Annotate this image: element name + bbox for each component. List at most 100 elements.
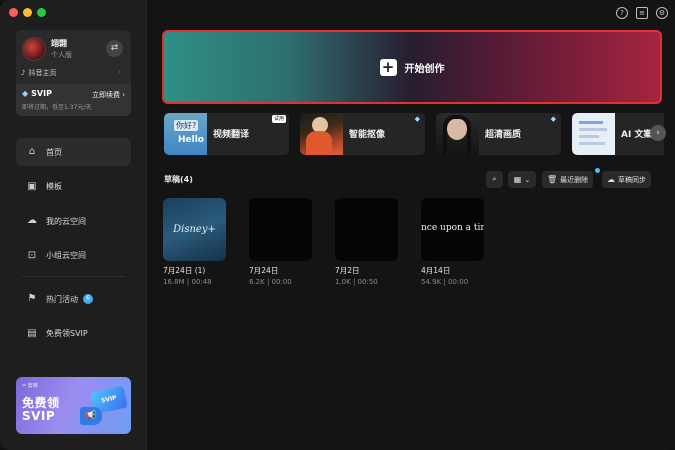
view-toggle-button[interactable]: ▦ ⌄ [508, 171, 536, 188]
diamond-icon: ◆ [550, 115, 556, 123]
doc-line [579, 135, 599, 138]
hair-shape [443, 115, 471, 155]
sidebar-item-label: 我的云空间 [46, 216, 86, 226]
sidebar-item-label: 热门活动 [46, 294, 78, 304]
events-badge: 6 [83, 294, 93, 304]
doc-line [579, 121, 603, 124]
sidebar-item-home[interactable]: ⌂ 首页 [16, 138, 131, 166]
sidebar-item-team-cloud[interactable]: ⊡ 小组云空间 [16, 242, 131, 270]
template-icon: ▣ [27, 180, 37, 192]
draft-thumbnail [249, 198, 312, 261]
grid-view-icon: ▦ [513, 175, 522, 184]
draft-meta: 54.9K | 00:00 [421, 278, 469, 286]
draft-size: 6.2K [249, 278, 265, 286]
sidebar-item-label: 首页 [46, 147, 62, 157]
username: 翊翾 [51, 39, 67, 48]
avatar[interactable] [22, 37, 46, 61]
thumb-text-top: 你好? [174, 120, 199, 131]
start-creating-button[interactable]: + 开始创作 [162, 30, 662, 104]
sidebar-nav: ⌂ 首页 ▣ 模板 ☁ 我的云空间 ⊡ 小组云空间 ⚑ 热门活动 6 ▤ 免费领… [16, 138, 131, 354]
draft-duration: 00:00 [448, 278, 469, 286]
feedback-icon[interactable]: ≡ [636, 7, 648, 19]
tool-cards-row: 你好? Hello 视频翻译 试用 智能抠像 ◆ 超清画质 ◆ AI 文案 [164, 113, 664, 155]
douyin-home-link[interactable]: ♪ 抖音主页 [21, 68, 56, 78]
draft-card[interactable]: nce upon a tin 4月14日 54.9K | 00:00 [421, 198, 484, 286]
drafts-title: 草稿(4) [164, 175, 193, 184]
notification-dot [595, 168, 600, 173]
sidebar-item-events[interactable]: ⚑ 热门活动 6 [16, 285, 131, 313]
close-window-button[interactable] [9, 8, 18, 17]
sidebar-item-my-cloud[interactable]: ☁ 我的云空间 [16, 207, 131, 235]
cloud-sync-icon: ☁ [607, 175, 615, 184]
smart-cutout-thumbnail [300, 113, 343, 155]
tool-label: 超清画质 [485, 130, 522, 140]
draft-meta: 6.2K | 00:00 [249, 278, 292, 286]
sidebar-item-templates[interactable]: ▣ 模板 [16, 173, 131, 201]
home-icon: ⌂ [28, 146, 36, 157]
thumbnail-caption: nce upon a tin [421, 223, 484, 233]
sidebar: 翊翾 个人版 ⇄ ♪ 抖音主页 › ◆ SVIP 立即续费 › 即将过期，低至1… [0, 0, 147, 450]
flag-icon: ⚑ [27, 293, 37, 304]
free-svip-promo-banner[interactable]: ✂ 剪映 免费领 SVIP SVIP 📢 [16, 377, 131, 434]
ultra-hd-thumbnail [436, 113, 479, 155]
draft-thumbnail [335, 198, 398, 261]
renew-button[interactable]: 立即续费 › [92, 90, 125, 100]
douyin-home-label: 抖音主页 [28, 69, 57, 77]
carousel-next-button[interactable]: › [650, 125, 666, 141]
sidebar-item-label: 小组云空间 [46, 251, 86, 260]
portrait-body-shape [306, 131, 332, 155]
profile-card: 翊翾 个人版 ⇄ ♪ 抖音主页 › ◆ SVIP 立即续费 › 即将过期，低至1… [16, 30, 131, 116]
tool-card-smart-cutout[interactable]: 智能抠像 ◆ [300, 113, 425, 155]
draft-duration: 00:48 [191, 278, 212, 286]
search-icon: ⌕ [492, 175, 497, 183]
minimize-window-button[interactable] [23, 8, 32, 17]
promo-logo: ✂ 剪映 [22, 383, 38, 389]
draft-duration: 00:50 [357, 278, 378, 286]
draft-duration: 00:00 [271, 278, 292, 286]
calendar-icon: ▤ [27, 327, 37, 339]
settings-icon[interactable]: ⚙ [656, 7, 668, 19]
tool-label: 智能抠像 [349, 130, 386, 140]
draft-card[interactable]: Disney+ 7月24日 (1) 16.8M | 00:48 [163, 198, 226, 286]
switch-account-button[interactable]: ⇄ [106, 40, 123, 57]
disney-plus-logo: Disney+ [173, 224, 216, 235]
recently-deleted-label: 最近删除 [560, 175, 589, 184]
video-translate-thumbnail: 你好? Hello [164, 113, 207, 155]
draft-name: 7月24日 (1) [163, 266, 206, 275]
tool-card-video-translate[interactable]: 你好? Hello 视频翻译 试用 [164, 113, 289, 155]
draft-sync-label: 草稿同步 [618, 175, 646, 184]
recently-deleted-button[interactable]: 🗑 最近删除 [542, 171, 594, 188]
title-bar-icons: ? ≡ ⚙ [616, 7, 668, 19]
douyin-icon: ♪ [21, 69, 26, 77]
draft-size: 54.9K [421, 278, 442, 286]
draft-sync-button[interactable]: ☁ 草稿同步 [602, 171, 651, 188]
draft-size: 1.0K [335, 278, 351, 286]
draft-meta: 16.8M | 00:48 [163, 278, 212, 286]
draft-name: 7月2日 [335, 266, 360, 275]
trash-icon: 🗑 [547, 175, 558, 184]
app-window: 翊翾 个人版 ⇄ ♪ 抖音主页 › ◆ SVIP 立即续费 › 即将过期，低至1… [0, 0, 675, 450]
draft-thumbnail: Disney+ [163, 198, 226, 261]
megaphone-icon: 📢 [80, 407, 102, 425]
svip-label: SVIP [31, 89, 52, 98]
draft-card[interactable]: 7月24日 6.2K | 00:00 [249, 198, 312, 286]
maximize-window-button[interactable] [37, 8, 46, 17]
plus-icon: + [379, 58, 397, 76]
draft-name: 4月14日 [421, 266, 451, 275]
diamond-icon: ◆ [22, 89, 29, 98]
search-button[interactable]: ⌕ [486, 171, 503, 188]
sidebar-item-free-svip[interactable]: ▤ 免费领SVIP [16, 320, 131, 348]
promo-subheadline: SVIP [22, 409, 56, 423]
renew-label: 立即续费 [91, 91, 120, 99]
draft-thumbnail: nce upon a tin [421, 198, 484, 261]
ai-copywriting-thumbnail [572, 113, 615, 155]
tool-label: 视频翻译 [213, 130, 250, 140]
help-icon[interactable]: ? [616, 7, 628, 19]
thumb-text-bottom: Hello [178, 135, 204, 145]
draft-card[interactable]: 7月2日 1.0K | 00:50 [335, 198, 398, 286]
account-type: 个人版 [51, 51, 72, 59]
chevron-right-icon: › [118, 68, 121, 76]
draft-meta: 1.0K | 00:50 [335, 278, 378, 286]
chevron-down-icon: ⌄ [524, 175, 531, 184]
tool-card-ultra-hd[interactable]: 超清画质 ◆ [436, 113, 561, 155]
